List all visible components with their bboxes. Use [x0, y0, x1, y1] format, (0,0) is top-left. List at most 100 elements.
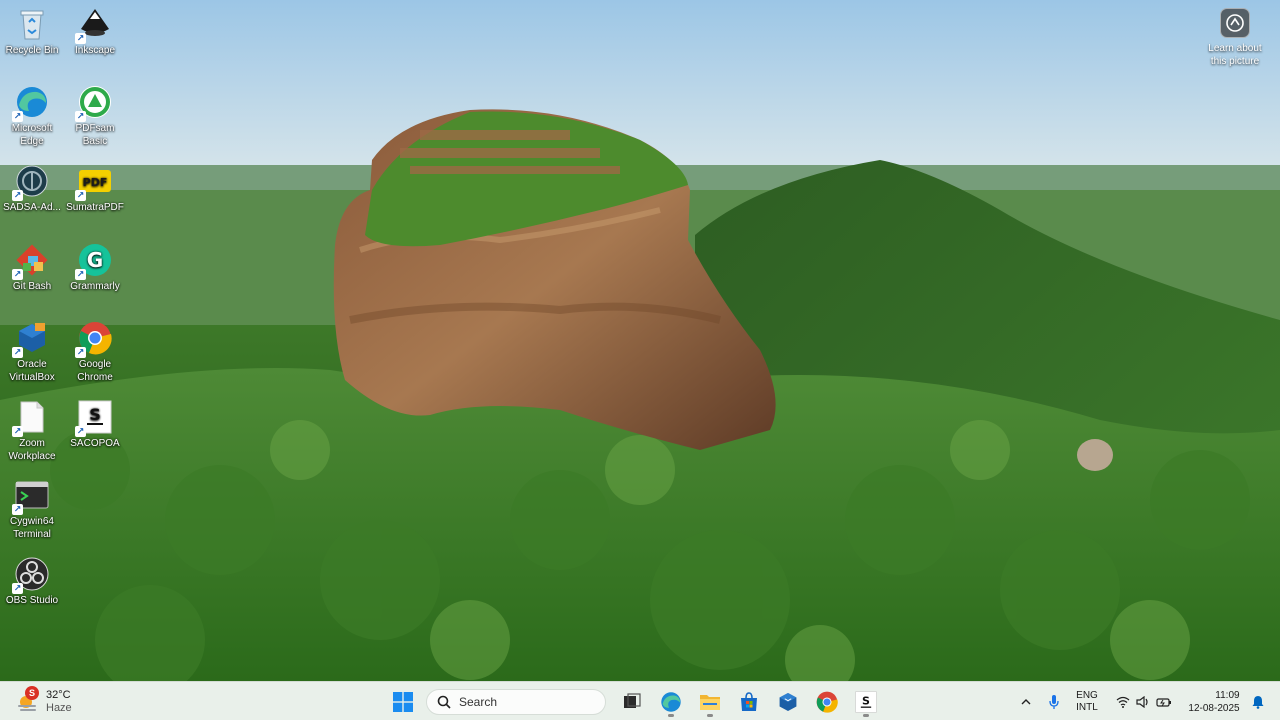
- haze-weather-icon: S: [16, 686, 40, 714]
- task-view-icon: [624, 692, 641, 708]
- weather-condition: Haze: [46, 702, 72, 714]
- start-button[interactable]: [385, 685, 421, 718]
- obs-studio-icon: ↗: [12, 556, 50, 594]
- store-icon: [741, 691, 757, 711]
- shortcut-arrow-icon: ↗: [75, 426, 86, 437]
- notifications-button[interactable]: [1246, 685, 1270, 718]
- desktop-icon-label: Recycle Bin: [5, 45, 59, 56]
- recycle-bin-icon: [14, 6, 50, 42]
- desktop-icon-cygwin64-terminal[interactable]: ↗ Cygwin64 Terminal: [0, 477, 64, 541]
- desktop-icon-label: Google Chrome: [77, 359, 113, 383]
- desktop-icon-label: Inkscape: [74, 45, 116, 56]
- chrome-icon: ↗: [75, 320, 113, 358]
- desktop-icon-label: SADSA-Ad...: [3, 202, 61, 213]
- desktop-icon-label: SumatraPDF: [66, 202, 124, 213]
- sacopoa-icon: S ↗: [75, 399, 113, 437]
- cygwin-terminal-icon: ↗: [12, 477, 50, 515]
- taskbar: S 32°C Haze Search S ENG INTL 11:09 12-0…: [0, 681, 1280, 720]
- taskbar-app-sacopoa[interactable]: S: [848, 685, 884, 718]
- shortcut-arrow-icon: ↗: [75, 111, 86, 122]
- desktop-icon-grammarly[interactable]: G ↗ Grammarly: [63, 242, 127, 293]
- keyboard-layout: INTL: [1076, 701, 1098, 713]
- volume-icon: [1136, 695, 1148, 708]
- desktop-icon-label: Zoom Workplace: [8, 438, 56, 462]
- taskbar-search-box[interactable]: Search: [426, 688, 606, 715]
- taskbar-app-virtualbox[interactable]: [770, 685, 806, 718]
- microphone-button[interactable]: [1042, 685, 1066, 718]
- desktop-wallpaper: [0, 0, 1280, 681]
- virtualbox-icon: ↗: [12, 320, 50, 358]
- folder-icon: [700, 694, 720, 710]
- shortcut-arrow-icon: ↗: [12, 347, 23, 358]
- virtualbox-icon: [779, 692, 797, 711]
- desktop-icon-label: SACOPOA: [70, 438, 120, 449]
- desktop-icon-label: Oracle VirtualBox: [9, 359, 55, 383]
- shortcut-arrow-icon: ↗: [75, 190, 86, 201]
- desktop-icon-google-chrome[interactable]: ↗ Google Chrome: [63, 320, 127, 384]
- wifi-icon: [1116, 696, 1130, 708]
- chrome-icon: [816, 691, 838, 713]
- desktop-icon-recycle-bin[interactable]: Recycle Bin: [0, 6, 64, 57]
- language-code: ENG: [1076, 689, 1098, 701]
- search-icon: [437, 695, 451, 709]
- desktop-icon-sumatrapdf[interactable]: PDF ↗ SumatraPDF: [63, 163, 127, 214]
- desktop-icon-microsoft-edge[interactable]: ↗ Microsoft Edge: [0, 84, 64, 148]
- desktop-icon-obs-studio[interactable]: ↗ OBS Studio: [0, 556, 64, 607]
- desktop-icon-pdfsam[interactable]: ↗ PDFsam Basic: [63, 84, 127, 148]
- learn-about-picture[interactable]: Learn about this picture: [1200, 8, 1270, 68]
- bell-icon: [1252, 695, 1264, 709]
- shortcut-arrow-icon: ↗: [12, 504, 23, 515]
- desktop-icon-label: Microsoft Edge: [11, 123, 53, 147]
- svg-text:G: G: [87, 248, 103, 272]
- shortcut-arrow-icon: ↗: [12, 111, 23, 122]
- running-indicator: [668, 714, 674, 717]
- desktop-icon-zoom-workplace[interactable]: ↗ Zoom Workplace: [0, 399, 64, 463]
- edge-icon: [661, 691, 681, 712]
- sumatrapdf-icon: PDF ↗: [75, 163, 113, 201]
- grammarly-icon: G ↗: [75, 242, 113, 280]
- clock[interactable]: 11:09 12-08-2025: [1186, 685, 1242, 718]
- svg-text:S: S: [862, 694, 870, 707]
- sigiriya-landscape-image: [0, 0, 1280, 681]
- desktop-icon-git-bash[interactable]: ↗ Git Bash: [0, 242, 64, 293]
- zoom-file-icon: ↗: [12, 399, 50, 437]
- taskbar-center: Search S: [385, 685, 887, 718]
- show-hidden-icons-button[interactable]: [1016, 685, 1036, 718]
- taskbar-app-file-explorer[interactable]: [692, 685, 728, 718]
- desktop-icon-label: PDFsam Basic: [75, 123, 115, 147]
- pdfsam-icon: ↗: [75, 84, 113, 122]
- language-indicator[interactable]: ENG INTL: [1072, 685, 1102, 718]
- taskbar-app-edge[interactable]: [653, 685, 689, 718]
- edge-icon: ↗: [12, 84, 50, 122]
- taskbar-app-store[interactable]: [731, 685, 767, 718]
- shortcut-arrow-icon: ↗: [75, 33, 86, 44]
- desktop-icon-label: Git Bash: [12, 281, 52, 292]
- system-tray: ENG INTL 11:09 12-08-2025: [1010, 685, 1280, 718]
- clock-date: 12-08-2025: [1188, 702, 1240, 714]
- learn-about-label: Learn about this picture: [1208, 43, 1262, 67]
- git-bash-icon: ↗: [12, 242, 50, 280]
- running-indicator: [863, 714, 869, 717]
- weather-widget[interactable]: S 32°C Haze: [16, 686, 72, 718]
- windows-logo-icon: [393, 691, 413, 712]
- desktop-icon-label: OBS Studio: [5, 595, 59, 606]
- camera-icon: [1220, 8, 1250, 38]
- desktop-icon-sadsa[interactable]: ↗ SADSA-Ad...: [0, 163, 64, 214]
- running-indicator: [707, 714, 713, 717]
- desktop-icon-inkscape[interactable]: ↗ Inkscape: [63, 6, 127, 57]
- inkscape-icon: ↗: [75, 6, 113, 44]
- desktop-icon-oracle-virtualbox[interactable]: ↗ Oracle VirtualBox: [0, 320, 64, 384]
- chevron-up-icon: [1021, 698, 1031, 704]
- taskbar-app-chrome[interactable]: [809, 685, 845, 718]
- weather-badge: S: [25, 686, 39, 700]
- clock-time: 11:09: [1215, 689, 1240, 701]
- weather-temperature: 32°C: [46, 689, 71, 701]
- desktop-icon-sacopoa[interactable]: S ↗ SACOPOA: [63, 399, 127, 450]
- microphone-icon: [1049, 694, 1059, 709]
- taskbar-app-task-view[interactable]: [614, 685, 650, 718]
- quick-settings-button[interactable]: [1112, 685, 1176, 718]
- shortcut-arrow-icon: ↗: [12, 269, 23, 280]
- shortcut-arrow-icon: ↗: [12, 426, 23, 437]
- battery-icon: [1156, 697, 1171, 707]
- svg-text:PDF: PDF: [83, 176, 108, 189]
